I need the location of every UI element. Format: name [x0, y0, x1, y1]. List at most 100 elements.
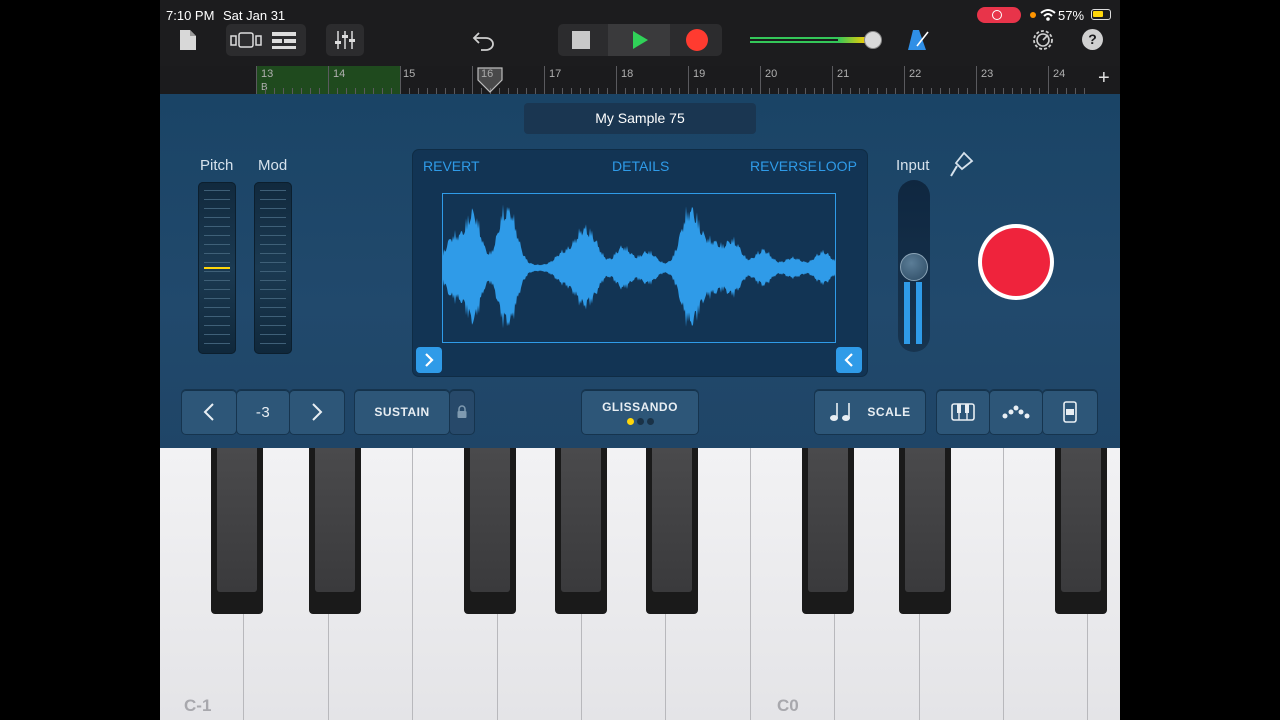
master-volume-knob[interactable] — [864, 31, 882, 49]
slider-groove — [204, 199, 230, 200]
slider-groove — [204, 334, 230, 335]
master-volume-slider[interactable] — [750, 31, 882, 49]
sample-record-button[interactable] — [978, 224, 1054, 300]
wifi-icon — [1040, 9, 1056, 21]
arpeggiator-icon — [1002, 405, 1030, 419]
slider-groove — [204, 208, 230, 209]
glissando-button[interactable]: GLISSANDO — [582, 390, 698, 434]
sampler-instrument: My Sample 75 Pitch Mod REVERT DETAILS RE… — [160, 94, 1120, 448]
slider-groove — [204, 280, 230, 281]
trim-end-handle[interactable] — [836, 347, 862, 373]
slider-groove — [204, 271, 230, 272]
black-key[interactable] — [211, 448, 263, 614]
transport-controls — [558, 24, 722, 56]
mic-in-use-dot — [1030, 12, 1036, 18]
black-key[interactable] — [555, 448, 607, 614]
ruler-tick — [832, 66, 833, 94]
ruler-tick — [1048, 66, 1049, 94]
bar-number: 14 — [333, 68, 346, 80]
black-key[interactable] — [899, 448, 951, 614]
octave-down-button[interactable] — [182, 390, 236, 434]
glissando-label: GLISSANDO — [602, 399, 678, 414]
tracks-list-icon[interactable] — [270, 30, 300, 50]
input-level-knob[interactable] — [900, 253, 928, 281]
sustain-button[interactable]: SUSTAIN — [355, 390, 449, 434]
metronome-icon[interactable] — [906, 28, 930, 52]
slider-groove — [260, 262, 286, 263]
record-icon[interactable] — [686, 29, 708, 51]
loop-button[interactable]: LOOP — [818, 158, 857, 174]
slider-groove — [260, 226, 286, 227]
slider-groove — [260, 316, 286, 317]
black-key[interactable] — [646, 448, 698, 614]
slider-groove — [204, 217, 230, 218]
black-key[interactable] — [802, 448, 854, 614]
revert-button[interactable]: REVERT — [423, 158, 480, 174]
slider-groove — [260, 208, 286, 209]
bar-number: 21 — [837, 68, 850, 80]
slider-groove — [260, 190, 286, 191]
sustain-lock-button[interactable] — [450, 390, 474, 434]
pitch-wheel[interactable] — [198, 182, 236, 354]
stop-icon[interactable] — [572, 31, 590, 49]
piano-keyboard[interactable]: C-1 C0 — [160, 448, 1120, 720]
octave-up-button[interactable] — [290, 390, 344, 434]
keyboard-size-button[interactable] — [1043, 390, 1097, 434]
slider-groove — [260, 253, 286, 254]
black-key[interactable] — [464, 448, 516, 614]
bar-number: 24 — [1053, 68, 1066, 80]
black-key[interactable] — [309, 448, 361, 614]
mixer-button[interactable] — [326, 24, 364, 56]
settings-icon[interactable] — [1031, 28, 1055, 52]
help-button[interactable]: ? — [1082, 29, 1103, 50]
ruler-tick — [472, 66, 473, 94]
battery-percent: 57% — [1058, 8, 1085, 23]
play-icon[interactable] — [630, 30, 650, 50]
sample-name[interactable]: My Sample 75 — [524, 103, 756, 134]
pitch-center-indicator — [204, 267, 230, 269]
trim-start-handle[interactable] — [416, 347, 442, 373]
octave-value: -3 — [237, 390, 289, 434]
mod-wheel[interactable] — [254, 182, 292, 354]
slider-groove — [260, 235, 286, 236]
input-settings-icon[interactable] — [948, 151, 974, 179]
document-icon[interactable] — [178, 28, 198, 52]
ruler-tick — [904, 66, 905, 94]
playhead[interactable] — [477, 66, 503, 94]
bar-number: 22 — [909, 68, 922, 80]
bar-number: 17 — [549, 68, 562, 80]
black-key[interactable] — [1055, 448, 1107, 614]
slider-groove — [204, 190, 230, 191]
lock-icon — [457, 405, 467, 418]
input-level-slider[interactable] — [898, 180, 930, 352]
slider-groove — [204, 316, 230, 317]
trim-region[interactable] — [442, 193, 836, 343]
undo-icon[interactable] — [472, 29, 496, 51]
scale-button[interactable]: SCALE — [815, 390, 925, 434]
scale-label: SCALE — [867, 405, 911, 419]
arpeggiator-button[interactable] — [990, 390, 1042, 434]
chevron-left-icon — [844, 353, 853, 367]
slider-groove — [260, 199, 286, 200]
slider-groove — [204, 325, 230, 326]
ruler-tick — [544, 66, 545, 94]
keyboard-layout-button[interactable] — [937, 390, 989, 434]
add-section-button[interactable]: + — [1098, 67, 1110, 90]
track-view-icon[interactable] — [228, 30, 264, 50]
slider-groove — [260, 298, 286, 299]
mod-label: Mod — [258, 157, 288, 174]
bar-number: 19 — [693, 68, 706, 80]
reverse-button[interactable]: REVERSE — [750, 158, 817, 174]
keyboard-size-icon — [1063, 401, 1077, 423]
timeline-ruler[interactable]: B 13 14 15 16 17 18 19 20 21 22 23 24 + — [160, 66, 1120, 94]
status-date: Sat Jan 31 — [223, 8, 286, 23]
key-label-c-1: C-1 — [184, 696, 212, 715]
slider-groove — [260, 325, 286, 326]
slider-groove — [204, 262, 230, 263]
slider-groove — [204, 298, 230, 299]
details-button[interactable]: DETAILS — [612, 158, 669, 174]
top-toolbar: 7:10 PM Sat Jan 31 57% ? — [160, 0, 1120, 66]
recording-icon — [992, 10, 1002, 20]
slider-groove — [260, 280, 286, 281]
ruler-tick — [760, 66, 761, 94]
